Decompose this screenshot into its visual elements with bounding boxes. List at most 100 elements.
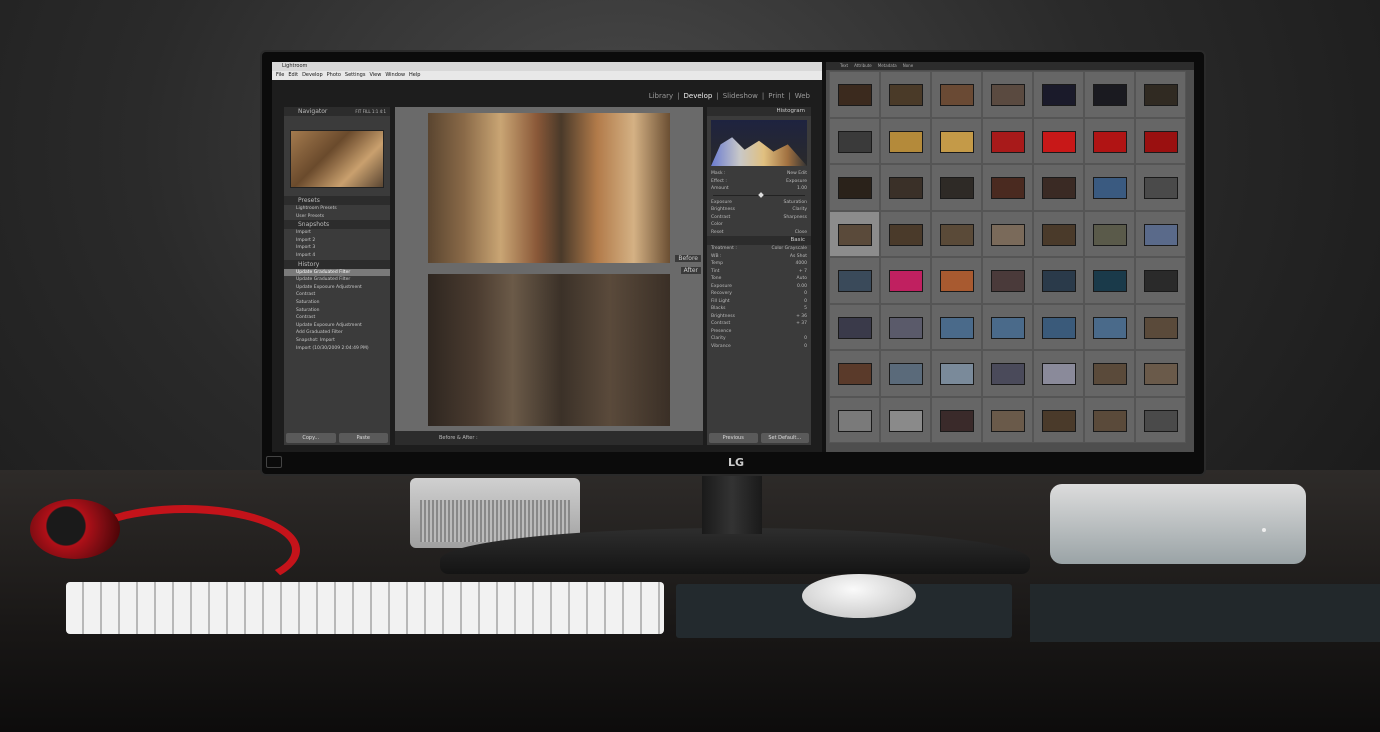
grid-thumbnail-cell[interactable] [931,257,982,304]
filter-metadata[interactable]: Metadata [878,62,897,70]
filter-text[interactable]: Text [840,62,848,70]
history-item[interactable]: Update Exposure Adjustment [284,322,390,330]
grid-thumbnail-cell[interactable] [880,71,931,118]
grid-thumbnail-cell[interactable] [1084,164,1135,211]
wb-select[interactable]: As Shot [790,253,807,261]
grid-thumbnail-cell[interactable] [1033,71,1084,118]
reset-button[interactable]: Reset [711,229,724,237]
grid-thumbnail-cell[interactable] [1135,210,1186,257]
module-develop[interactable]: Develop [684,92,713,100]
grid-thumbnail-cell[interactable] [1033,257,1084,304]
grid-thumbnail-cell[interactable] [829,350,880,397]
grid-thumbnail-cell[interactable] [880,257,931,304]
grid-thumbnail-cell[interactable] [829,210,880,257]
snapshot-item[interactable]: Import 2 [284,237,390,245]
grid-thumbnail-cell[interactable] [931,396,982,443]
grid-thumbnail-cell[interactable] [880,303,931,350]
grid-thumbnail-cell[interactable] [931,210,982,257]
treatment-grayscale[interactable]: Grayscale [785,246,807,251]
history-item[interactable]: Saturation [284,307,390,315]
set-default-button[interactable]: Set Default... [760,433,809,443]
snapshot-item[interactable]: Import 4 [284,252,390,260]
menu-help[interactable]: Help [409,71,420,80]
preset-folder[interactable]: User Presets [284,213,390,221]
grid-thumbnail-cell[interactable] [982,164,1033,211]
grid-thumbnail-cell[interactable] [880,350,931,397]
navigator-header[interactable]: Navigator FIT FILL 1:1 4:1 [284,107,390,116]
effect-select[interactable]: Exposure [786,178,807,186]
grid-thumbnail-cell[interactable] [829,164,880,211]
monitor-power-button[interactable] [266,456,282,468]
grid-thumbnail-cell[interactable] [1084,396,1135,443]
grid-thumbnail-cell[interactable] [982,210,1033,257]
grid-thumbnail-cell[interactable] [1084,71,1135,118]
menu-window[interactable]: Window [385,71,405,80]
grid-thumbnail-cell[interactable] [829,117,880,164]
grid-thumbnail-cell[interactable] [880,210,931,257]
grid-thumbnail-cell[interactable] [1084,210,1135,257]
history-item[interactable]: Import (10/30/2009 2:04:49 PM) [284,345,390,353]
grid-thumbnail-cell[interactable] [1033,350,1084,397]
grid-thumbnail-cell[interactable] [982,303,1033,350]
module-slideshow[interactable]: Slideshow [723,92,758,100]
presets-header[interactable]: Presets [284,196,390,205]
grid-thumbnail-cell[interactable] [1033,396,1084,443]
menu-photo[interactable]: Photo [327,71,341,80]
paste-button[interactable]: Paste [338,433,388,443]
treatment-color[interactable]: Color [771,246,783,251]
grid-thumbnail-cell[interactable] [829,257,880,304]
previous-button[interactable]: Previous [709,433,758,443]
amount-slider[interactable] [713,191,805,198]
zoom-1-1[interactable]: 1:1 [372,109,378,114]
auto-tone-button[interactable]: Auto [797,275,807,283]
grid-thumbnail-cell[interactable] [982,257,1033,304]
menu-edit[interactable]: Edit [288,71,298,80]
grid-thumbnail-cell[interactable] [982,117,1033,164]
grid-thumbnail-cell[interactable] [931,71,982,118]
snapshots-header[interactable]: Snapshots [284,220,390,230]
grid-thumbnail-cell[interactable] [931,350,982,397]
grid-thumbnail-cell[interactable] [1135,396,1186,443]
zoom-4-1[interactable]: 4:1 [380,109,386,114]
copy-button[interactable]: Copy... [286,433,336,443]
grid-thumbnail-cell[interactable] [931,164,982,211]
grid-thumbnail-cell[interactable] [982,396,1033,443]
history-item[interactable]: Add Graduated Filter [284,329,390,337]
preset-folder[interactable]: Lightroom Presets [284,205,390,213]
grid-thumbnail-cell[interactable] [880,117,931,164]
grid-thumbnail-cell[interactable] [1135,350,1186,397]
grid-thumbnail-cell[interactable] [829,396,880,443]
grid-thumbnail-cell[interactable] [931,303,982,350]
menu-settings[interactable]: Settings [345,71,366,80]
grid-thumbnail-cell[interactable] [1084,117,1135,164]
history-item[interactable]: Saturation [284,299,390,307]
before-after-toggle[interactable]: Before & After : [439,435,478,441]
grid-thumbnail-cell[interactable] [1135,164,1186,211]
history-item[interactable]: Update Exposure Adjustment [284,284,390,292]
navigator-thumbnail[interactable] [290,130,384,188]
slider-handle[interactable] [758,191,764,198]
grid-thumbnail-cell[interactable] [1135,117,1186,164]
grid-thumbnail-cell[interactable] [931,117,982,164]
after-photo[interactable] [428,274,670,426]
menu-view[interactable]: View [369,71,381,80]
grid-thumbnail-cell[interactable] [1084,350,1135,397]
grid-thumbnail-cell[interactable] [1033,164,1084,211]
histogram-header[interactable]: Histogram [707,107,811,116]
grid-thumbnail-cell[interactable] [880,164,931,211]
grid-thumbnail-cell[interactable] [1135,303,1186,350]
grid-thumbnail-cell[interactable] [880,396,931,443]
snapshot-item[interactable]: Import [284,229,390,237]
mask-new-button[interactable]: New [787,171,797,176]
before-photo[interactable] [428,113,670,263]
history-item[interactable]: Snapshot: Import [284,337,390,345]
grid-thumbnail-cell[interactable] [982,350,1033,397]
close-button[interactable]: Close [795,229,807,237]
module-library[interactable]: Library [649,92,673,100]
grid-thumbnail-cell[interactable] [1033,303,1084,350]
zoom-fill[interactable]: FILL [363,109,371,114]
menu-file[interactable]: File [276,71,284,80]
history-item[interactable]: Contrast [284,291,390,299]
grid-thumbnail-cell[interactable] [829,303,880,350]
grid-thumbnail-cell[interactable] [1084,257,1135,304]
